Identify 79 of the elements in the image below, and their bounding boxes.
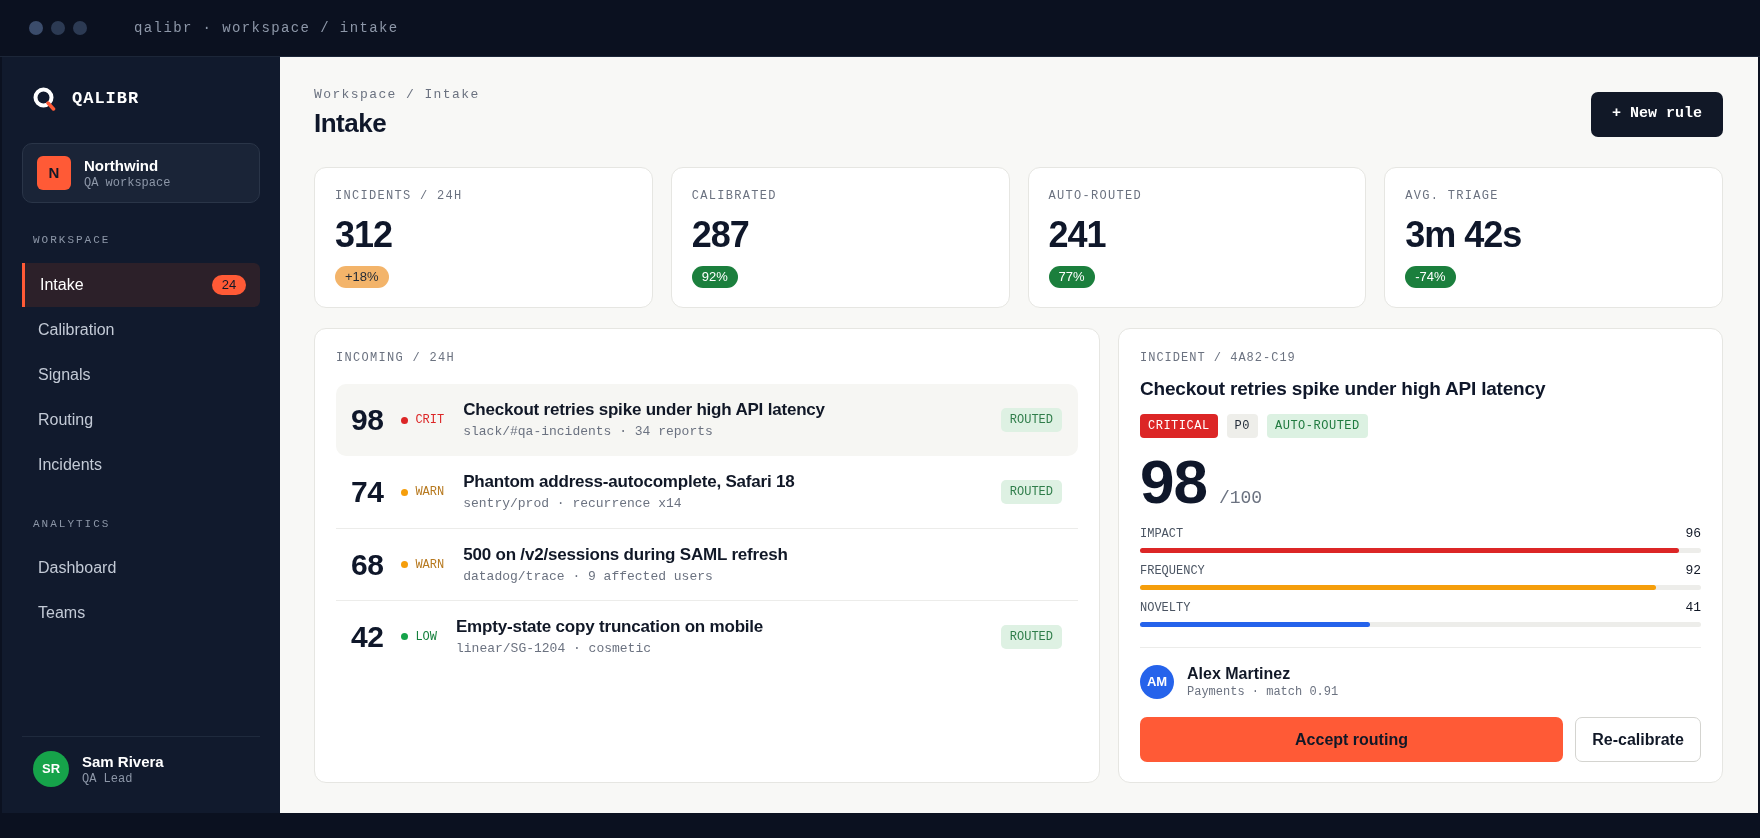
window-control-icon[interactable] — [73, 21, 87, 35]
incident-row[interactable]: 98 CRIT Checkout retries spike under high API latency slack/#qa-incidents · 34 reports ROUTED — [336, 384, 1078, 456]
section-heading: ANALYTICS — [32, 517, 111, 531]
incident-meta: sentry/prod · recurrence x14 — [463, 495, 683, 513]
routing-tag: AUTO-ROUTED — [1267, 414, 1368, 438]
nav-item[interactable]: Teams — [22, 591, 260, 635]
user-name: Sam Rivera — [82, 751, 164, 771]
score-value: 98 — [1140, 452, 1207, 512]
score-max: /100 — [1218, 487, 1263, 510]
factor-value: 96 — [1685, 526, 1701, 542]
nav-item[interactable]: Incidents — [22, 443, 260, 487]
stat-value: 3m 42s — [1405, 215, 1522, 255]
incident-score: 74 — [351, 474, 384, 510]
severity-label: WARN — [415, 484, 445, 500]
stat-value: 241 — [1048, 215, 1106, 255]
panel-title: INCOMING / 24H — [336, 350, 456, 366]
incident-score: 68 — [351, 546, 384, 583]
primary-button[interactable]: Accept routing — [1140, 717, 1563, 762]
new-rule-button[interactable]: + New rule — [1591, 92, 1723, 137]
stat-label: CALIBRATED — [691, 188, 777, 204]
stat-delta-badge: 92% — [691, 266, 738, 288]
workspace-name: Northwind — [84, 155, 160, 175]
severity-tag: CRITICAL — [1140, 414, 1218, 438]
stat-label: AUTO-ROUTED — [1048, 188, 1142, 204]
stat-delta-badge: 77% — [1048, 266, 1095, 288]
factor-label: NOVELTY — [1140, 600, 1191, 616]
incident-meta: slack/#qa-incidents · 34 reports — [463, 423, 714, 441]
incident-row[interactable]: 42 LOW Empty-state copy truncation on mobile linear/SG-1204 · cosmetic ROUTED — [336, 600, 1078, 672]
workspace-subtitle: QA workspace — [84, 174, 171, 191]
stat-label: INCIDENTS / 24H — [335, 188, 463, 204]
incident-id-label: INCIDENT / 4A82-C19 — [1140, 350, 1296, 366]
stat-delta-badge: +18% — [335, 266, 389, 288]
status-badge: ROUTED — [1000, 624, 1062, 649]
incident-meta: linear/SG-1204 · cosmetic — [456, 639, 653, 658]
window-control-icon[interactable] — [29, 21, 43, 35]
incident-title: Empty-state copy truncation on mobile — [456, 615, 764, 638]
severity-label: WARN — [415, 556, 445, 573]
status-badge: ROUTED — [1000, 408, 1062, 432]
factor-label: IMPACT — [1140, 526, 1184, 542]
incident-title: Phantom address-autocomplete, Safari 18 — [463, 471, 795, 493]
factor-label: FREQUENCY — [1140, 563, 1205, 579]
assignee-name: Alex Martinez — [1187, 664, 1292, 684]
severity-label: CRIT — [415, 412, 445, 428]
incident-title: 500 on /v2/sessions during SAML refresh — [463, 543, 788, 566]
window-control-icon[interactable] — [51, 21, 65, 35]
incident-title: Checkout retries spike under high API latency — [463, 399, 825, 421]
workspace-avatar: N — [37, 156, 71, 190]
factor-value: 92 — [1685, 563, 1701, 579]
status-badge: ROUTED — [1000, 480, 1062, 504]
window-title: qalibr · workspace / intake — [134, 18, 399, 38]
stat-delta-badge: -74% — [1405, 266, 1456, 288]
assignee-avatar: AM — [1140, 665, 1174, 699]
secondary-button[interactable]: Re-calibrate — [1575, 717, 1701, 762]
logo-icon — [33, 86, 56, 111]
page-title: Intake — [314, 107, 387, 139]
stat-value: 287 — [691, 215, 749, 255]
incident-heading: Checkout retries spike under high API latency — [1140, 377, 1546, 401]
nav-item[interactable]: Calibration — [22, 308, 260, 352]
section-heading: WORKSPACE — [32, 233, 111, 247]
user-role: QA Lead — [82, 770, 134, 787]
stat-label: AVG. TRIAGE — [1405, 188, 1499, 204]
incident-score: 42 — [351, 618, 384, 655]
factor-value: 41 — [1685, 600, 1701, 616]
nav-item[interactable]: Routing — [22, 398, 260, 442]
workspace-switcher[interactable]: N Northwind QA workspace — [22, 143, 260, 203]
brand-name: QALIBR — [72, 88, 140, 109]
incident-meta: datadog/trace · 9 affected users — [463, 567, 714, 586]
priority-tag: P0 — [1226, 414, 1258, 438]
nav-item[interactable]: Signals — [22, 353, 260, 397]
assignee-detail: Payments · match 0.91 — [1187, 684, 1339, 700]
count-badge: 24 — [212, 275, 246, 295]
nav-item[interactable]: Intake 24 — [22, 263, 260, 307]
incident-score: 98 — [351, 402, 384, 438]
nav-item[interactable]: Dashboard — [22, 546, 260, 590]
incident-row[interactable]: 68 WARN 500 on /v2/sessions during SAML refresh datadog/trace · 9 affected users — [336, 528, 1078, 600]
severity-label: LOW — [415, 628, 437, 645]
breadcrumb: Workspace / Intake — [314, 87, 480, 103]
incident-row[interactable]: 74 WARN Phantom address-autocomplete, Safari 18 sentry/prod · recurrence x14 ROUTED — [336, 456, 1078, 528]
stat-value: 312 — [335, 215, 393, 255]
